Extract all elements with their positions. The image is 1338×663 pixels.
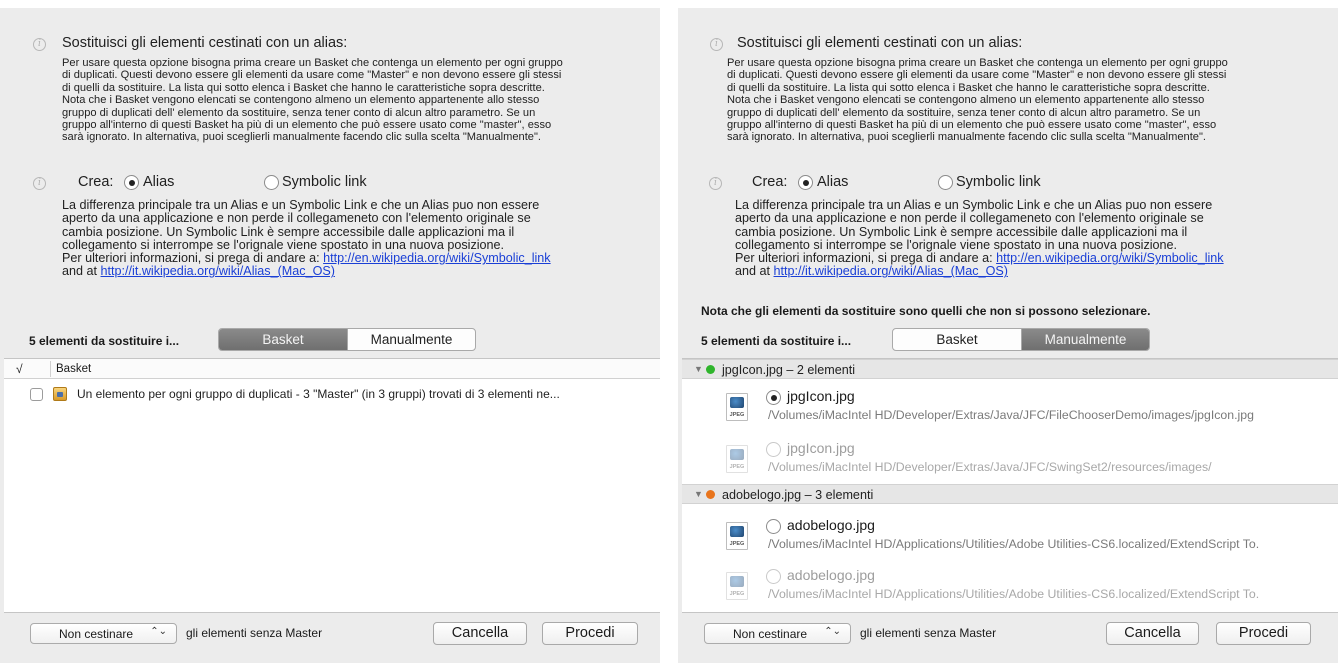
jpeg-file-icon: JPEG (726, 522, 748, 550)
manual-file-list: ▼ jpgIcon.jpg – 2 elementi JPEG jpgIcon.… (682, 358, 1338, 613)
option-heading: Sostituisci gli elementi cestinati con u… (737, 35, 1023, 51)
list-item: JPEG adobelogo.jpg /Volumes/iMacIntel HD… (682, 564, 1338, 612)
group-label: adobelogo.jpg – 3 elementi (722, 488, 874, 502)
symbolic-link-radio-label: Symbolic link (956, 174, 1041, 190)
disclosure-triangle-icon[interactable]: ▼ (694, 489, 703, 499)
create-label: Crea: (752, 174, 788, 190)
orange-dot-icon (706, 490, 715, 499)
mode-segmented-control: Basket Manualmente (218, 328, 476, 351)
file-name: adobelogo.jpg (787, 567, 875, 583)
basket-mode-panel: i Sostituisci gli elementi cestinati con… (0, 8, 660, 663)
master-radio[interactable] (766, 519, 781, 534)
unselectable-note: Nota che gli elementi da sostituire sono… (701, 304, 1151, 318)
symbolic-link-radio[interactable] (264, 175, 279, 190)
file-path: /Volumes/iMacIntel HD/Developer/Extras/J… (768, 408, 1254, 422)
option-heading: Sostituisci gli elementi cestinati con u… (62, 35, 348, 51)
manual-mode-panel: i Sostituisci gli elementi cestinati con… (678, 8, 1338, 663)
file-path: /Volumes/iMacIntel HD/Applications/Utili… (768, 537, 1260, 551)
list-item: JPEG jpgIcon.jpg /Volumes/iMacIntel HD/D… (682, 437, 1338, 485)
file-name: jpgIcon.jpg (787, 388, 855, 404)
wikipedia-symlink-link[interactable]: http://en.wikipedia.org/wiki/Symbolic_li… (996, 251, 1224, 265)
check-column-header[interactable]: √ (16, 362, 23, 376)
create-explanation: La differenza principale tra un Alias e … (62, 198, 551, 279)
popup-arrows-icon: ⌃⌄ (150, 626, 167, 637)
jpeg-file-icon: JPEG (726, 393, 748, 421)
trash-option-popup[interactable]: Non cestinare ⌃⌄ (704, 623, 851, 644)
tab-manual[interactable]: Manualmente (1021, 329, 1149, 350)
table-row[interactable]: Un elemento per ogni gruppo di duplicati… (4, 384, 660, 404)
master-radio (766, 569, 781, 584)
tab-basket[interactable]: Basket (219, 329, 347, 350)
items-count-label: 5 elementi da sostituire i... (29, 334, 180, 348)
basket-row-text: Un elemento per ogni gruppo di duplicati… (77, 387, 560, 401)
column-divider (50, 361, 51, 377)
tab-basket[interactable]: Basket (893, 329, 1021, 350)
alias-radio-label: Alias (817, 174, 849, 190)
alias-radio-label: Alias (143, 174, 175, 190)
option-description: Per usare questa opzione bisogna prima c… (727, 57, 1228, 144)
info-icon: i (710, 38, 723, 51)
popup-value: Non cestinare (59, 627, 134, 641)
footer-text: gli elementi senza Master (186, 626, 323, 640)
wikipedia-alias-link[interactable]: http://it.wikipedia.org/wiki/Alias_(Mac_… (101, 264, 335, 278)
info-icon: i (33, 38, 46, 51)
file-path: /Volumes/iMacIntel HD/Developer/Extras/J… (768, 460, 1212, 474)
table-header: √ Basket (4, 359, 660, 379)
alias-radio[interactable] (124, 175, 139, 190)
list-item[interactable]: JPEG adobelogo.jpg /Volumes/iMacIntel HD… (682, 514, 1338, 562)
footer-text: gli elementi senza Master (860, 626, 997, 640)
wikipedia-alias-link[interactable]: http://it.wikipedia.org/wiki/Alias_(Mac_… (774, 264, 1008, 278)
basket-table: √ Basket Un elemento per ogni gruppo di … (4, 358, 660, 613)
proceed-button[interactable]: Procedi (542, 622, 638, 645)
popup-value: Non cestinare (733, 627, 808, 641)
jpeg-file-icon: JPEG (726, 445, 748, 473)
green-dot-icon (706, 365, 715, 374)
mode-segmented-control: Basket Manualmente (892, 328, 1150, 351)
create-explanation: La differenza principale tra un Alias e … (735, 198, 1224, 279)
cancel-button[interactable]: Cancella (1106, 622, 1199, 645)
trash-option-popup[interactable]: Non cestinare ⌃⌄ (30, 623, 177, 644)
symbolic-link-radio-label: Symbolic link (282, 174, 367, 190)
wikipedia-symlink-link[interactable]: http://en.wikipedia.org/wiki/Symbolic_li… (323, 251, 551, 265)
info-icon: i (33, 177, 46, 190)
basket-checkbox[interactable] (30, 388, 43, 401)
items-count-label: 5 elementi da sostituire i... (701, 334, 852, 348)
master-radio (766, 442, 781, 457)
group-header-jpgicon[interactable]: ▼ jpgIcon.jpg – 2 elementi (682, 359, 1338, 379)
group-label: jpgIcon.jpg – 2 elementi (722, 363, 856, 377)
basket-column-header[interactable]: Basket (56, 363, 91, 375)
file-path: /Volumes/iMacIntel HD/Applications/Utili… (768, 587, 1260, 601)
popup-arrows-icon: ⌃⌄ (824, 626, 841, 637)
jpeg-file-icon: JPEG (726, 572, 748, 600)
file-name: jpgIcon.jpg (787, 440, 855, 456)
create-label: Crea: (78, 174, 114, 190)
group-header-adobelogo[interactable]: ▼ adobelogo.jpg – 3 elementi (682, 484, 1338, 504)
file-name: adobelogo.jpg (787, 517, 875, 533)
cancel-button[interactable]: Cancella (433, 622, 527, 645)
list-item[interactable]: JPEG jpgIcon.jpg /Volumes/iMacIntel HD/D… (682, 385, 1338, 433)
basket-icon (53, 387, 67, 401)
disclosure-triangle-icon[interactable]: ▼ (694, 364, 703, 374)
symbolic-link-radio[interactable] (938, 175, 953, 190)
proceed-button[interactable]: Procedi (1216, 622, 1311, 645)
tab-manual[interactable]: Manualmente (347, 329, 475, 350)
info-icon: i (709, 177, 722, 190)
option-description: Per usare questa opzione bisogna prima c… (62, 57, 563, 144)
alias-radio[interactable] (798, 175, 813, 190)
master-radio[interactable] (766, 390, 781, 405)
